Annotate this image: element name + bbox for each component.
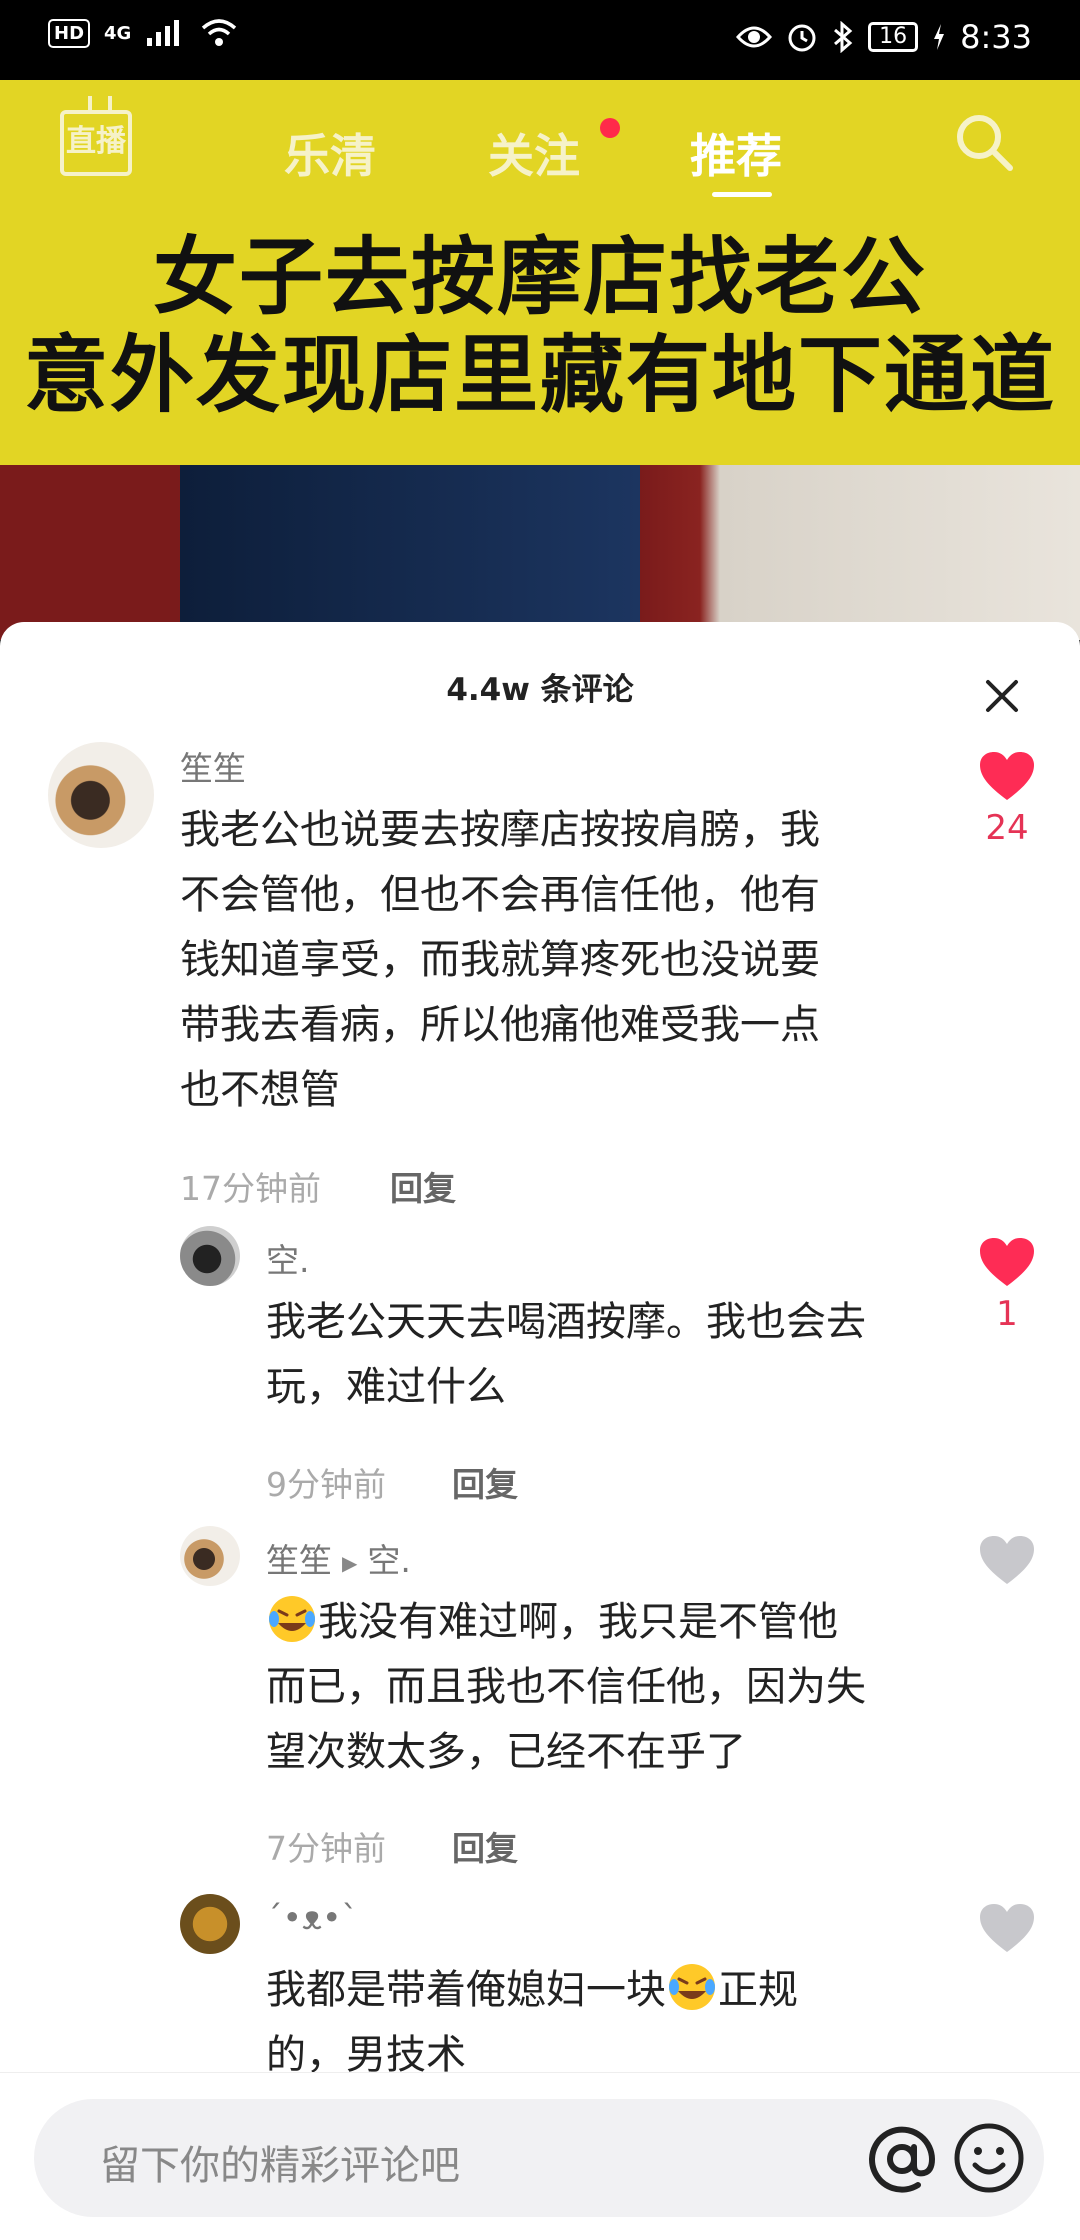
comment-author[interactable]: ´•ᴥ•` xyxy=(266,1898,358,1937)
comment-line: 望次数太多，已经不在乎了 xyxy=(266,1729,746,1775)
video-title-line2: 意外发现店里藏有地下通道 xyxy=(23,326,1056,424)
comment-timestamp: 17分钟前 xyxy=(180,1169,321,1208)
comment-line: 我没有难过啊，我只是不管他 xyxy=(266,1590,866,1655)
charging-icon xyxy=(934,24,945,50)
avatar[interactable] xyxy=(180,1226,240,1286)
comment-line: 带我去看病，所以他痛他难受我一点 xyxy=(180,1002,820,1048)
bluetooth-icon xyxy=(834,21,853,53)
tab-local[interactable]: 乐清 xyxy=(284,120,376,186)
laughing-crying-emoji-icon xyxy=(269,1596,315,1642)
live-button[interactable]: 直播 xyxy=(60,110,132,176)
comment-line: 也不想管 xyxy=(180,1067,340,1113)
comment-line: 不会管他，但也不会再信任他，他有 xyxy=(180,872,820,918)
wifi-icon xyxy=(202,19,237,46)
comment-text: 我老公也说要去按摩店按按肩膀，我 不会管他，但也不会再信任他，他有 钱知道享受，… xyxy=(180,798,820,1123)
hd-badge: HD xyxy=(48,18,91,48)
comment-text: 我老公天天去喝酒按摩。我也会去 玩，难过什么 xyxy=(266,1290,866,1420)
comment-line: 我都是带着俺媳妇一块 正规 xyxy=(266,1958,798,2023)
comment-text: 我都是带着俺媳妇一块 正规 的，男技术 xyxy=(266,1958,798,2088)
like-count: 1 xyxy=(996,1294,1018,1334)
emoji-icon[interactable] xyxy=(950,2119,1028,2197)
active-tab-indicator xyxy=(712,192,772,197)
comment-line-text: 正规 xyxy=(718,1967,798,2013)
comment-line: 我老公也说要去按摩店按按肩膀，我 xyxy=(180,807,820,853)
comment-line: 我老公天天去喝酒按摩。我也会去 xyxy=(266,1299,866,1345)
comments-count-title: 4.4w 条评论 xyxy=(446,672,634,708)
comment-line: 玩，难过什么 xyxy=(266,1364,506,1410)
notification-dot xyxy=(600,118,620,138)
clock: 8:33 xyxy=(960,18,1032,56)
alarm-icon xyxy=(788,24,816,52)
mention-icon[interactable] xyxy=(860,2117,944,2201)
comment-author[interactable]: 笙笙 xyxy=(266,1541,332,1580)
close-icon[interactable] xyxy=(978,672,1026,720)
signal-icon xyxy=(147,20,180,46)
comment-timestamp: 7分钟前 xyxy=(266,1829,386,1868)
avatar[interactable] xyxy=(48,742,154,848)
comments-sheet: 4.4w 条评论 笙笙 我老公也说要去按摩店按按肩膀，我 不会管他，但也不会再信… xyxy=(0,622,1080,2240)
comment-author-line: 笙笙 ▶ 空. xyxy=(266,1534,411,1582)
comment-line: 而已，而且我也不信任他，因为失 xyxy=(266,1664,866,1710)
laughing-crying-emoji-icon xyxy=(669,1964,715,2010)
search-icon[interactable] xyxy=(952,110,1016,174)
eye-icon xyxy=(736,26,773,48)
avatar[interactable] xyxy=(180,1526,240,1586)
reply-arrow-icon: ▶ xyxy=(342,1550,358,1575)
comment-line-text: 我都是带着俺媳妇一块 xyxy=(266,1967,666,2013)
like-button[interactable]: 1 xyxy=(976,1236,1038,1334)
heart-outline-icon xyxy=(980,1536,1034,1584)
reply-button[interactable]: 回复 xyxy=(390,1162,456,1210)
comment-author[interactable]: 笙笙 xyxy=(180,742,246,790)
tab-following[interactable]: 关注 xyxy=(488,120,580,186)
tab-recommended[interactable]: 推荐 xyxy=(690,120,782,186)
reply-button[interactable]: 回复 xyxy=(452,1822,518,1870)
comment-input-bar: 留下你的精彩评论吧 xyxy=(0,2072,1080,2240)
like-count: 24 xyxy=(985,808,1029,848)
video-player[interactable]: 女子去按摩店找老公 意外发现店里藏有地下通道 直播 乐清 关注 推荐 xyxy=(0,80,1080,640)
comment-author[interactable]: 空. xyxy=(266,1234,310,1282)
status-bar: HD 4G 16 8:33 xyxy=(0,0,1080,80)
heart-outline-icon xyxy=(980,1904,1034,1952)
top-navigation: 直播 乐清 关注 推荐 xyxy=(0,80,1080,200)
battery-indicator: 16 xyxy=(868,22,919,52)
reply-button[interactable]: 回复 xyxy=(452,1458,518,1506)
network-type: 4G xyxy=(104,22,132,44)
comment-line-text: 我没有难过啊，我只是不管他 xyxy=(318,1599,838,1645)
avatar[interactable] xyxy=(180,1894,240,1954)
like-button[interactable] xyxy=(976,1902,1038,1958)
comment-text: 我没有难过啊，我只是不管他 而已，而且我也不信任他，因为失 望次数太多，已经不在… xyxy=(266,1590,866,1785)
heart-icon xyxy=(980,752,1034,800)
heart-icon xyxy=(980,1238,1034,1286)
comment-line: 钱知道享受，而我就算疼死也没说要 xyxy=(180,937,820,983)
like-button[interactable]: 24 xyxy=(976,750,1038,848)
reply-target[interactable]: 空. xyxy=(367,1541,411,1580)
like-button[interactable] xyxy=(976,1534,1038,1590)
comment-input-placeholder: 留下你的精彩评论吧 xyxy=(100,2143,460,2189)
comment-timestamp: 9分钟前 xyxy=(266,1465,386,1504)
comment-input[interactable]: 留下你的精彩评论吧 xyxy=(34,2099,1044,2217)
